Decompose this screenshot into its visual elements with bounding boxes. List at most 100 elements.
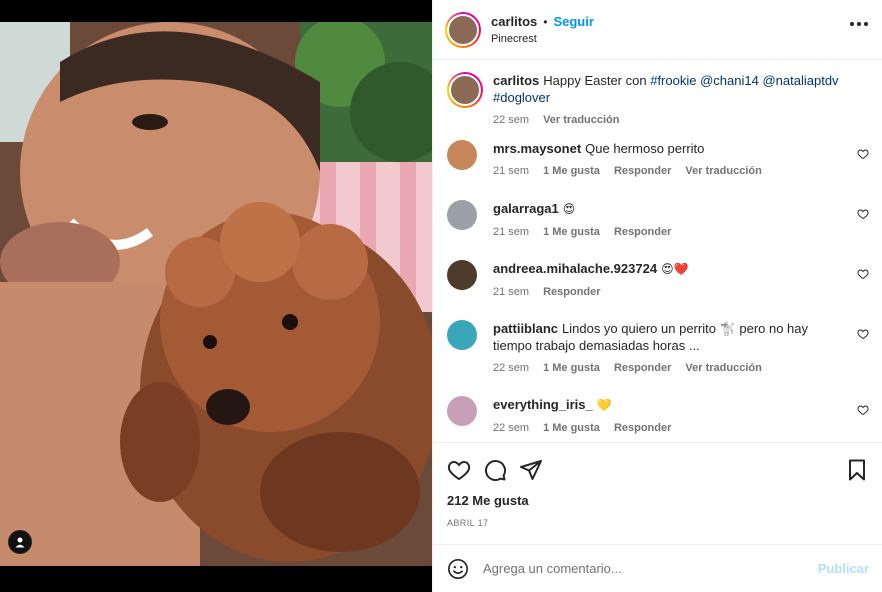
photo-illustration <box>0 22 432 566</box>
more-dot-icon <box>857 22 861 26</box>
comment-time[interactable]: 21 sem <box>493 286 529 298</box>
caption-body: carlitos Happy Easter con #frookie @chani… <box>493 72 869 140</box>
comment-bubble-icon[interactable] <box>483 458 507 482</box>
comment-text: mrs.maysonet Que hermoso perrito <box>493 140 869 157</box>
like-heart-icon[interactable] <box>447 458 471 482</box>
commenter-avatar[interactable] <box>447 260 477 290</box>
comment-time[interactable]: 22 sem <box>493 422 529 434</box>
comment-meta: 22 sem 1 Me gusta Responder <box>493 422 869 434</box>
instagram-post-modal: carlitos • Seguir Pinecrest carlitos Hap… <box>0 0 882 592</box>
separator-dot: • <box>543 14 548 29</box>
post-location[interactable]: Pinecrest <box>491 33 594 45</box>
like-comment-heart-icon[interactable] <box>857 328 869 340</box>
comment-likes[interactable]: 1 Me gusta <box>543 165 600 177</box>
caption-meta: 22 sem Ver traducción <box>493 114 869 126</box>
comment-message: 💛 <box>596 398 612 412</box>
comment-input[interactable] <box>483 561 818 576</box>
reply-button[interactable]: Responder <box>543 286 600 298</box>
comment-text: andreea.mihalache.923724 😍❤️ <box>493 260 869 278</box>
comment-meta: 21 sem 1 Me gusta Responder <box>493 226 869 238</box>
comment-body: mrs.maysonet Que hermoso perrito 21 sem 1… <box>493 140 869 200</box>
hashtag-link[interactable]: #doglover <box>493 90 550 105</box>
header-text: carlitos • Seguir Pinecrest <box>491 14 594 45</box>
commenter-avatar[interactable] <box>447 140 477 170</box>
share-send-icon[interactable] <box>519 458 543 482</box>
person-icon <box>15 537 25 548</box>
comment-meta: 21 sem 1 Me gusta Responder Ver traducci… <box>493 165 869 177</box>
emoji-smiley-icon[interactable] <box>447 558 469 580</box>
reply-button[interactable]: Responder <box>614 226 671 238</box>
comment-item: mrs.maysonet Que hermoso perrito 21 sem 1… <box>447 140 869 200</box>
comment-item: pattiiblanc Lindos yo quiero un perrito 🐩… <box>447 320 869 396</box>
comment-item: galarraga1 😍 21 sem 1 Me gusta Responder <box>447 200 869 260</box>
comment-likes[interactable]: 1 Me gusta <box>543 226 600 238</box>
comment-message: 😍❤️ <box>661 262 689 276</box>
comment-text: galarraga1 😍 <box>493 200 869 218</box>
add-comment-bar: Publicar <box>433 544 882 592</box>
comment-text: pattiiblanc Lindos yo quiero un perrito 🐩… <box>493 320 845 354</box>
caption-username[interactable]: carlitos <box>493 73 539 88</box>
post-header: carlitos • Seguir Pinecrest <box>433 0 882 60</box>
translate-link[interactable]: Ver traducción <box>685 362 761 374</box>
comment-time[interactable]: 21 sem <box>493 226 529 238</box>
like-comment-heart-icon[interactable] <box>857 208 869 220</box>
mention-link[interactable]: @nataliaptdv <box>762 73 838 88</box>
comment-item: everything_iris_ 💛 22 sem 1 Me gusta Resp… <box>447 396 869 442</box>
post-caption: carlitos Happy Easter con #frookie @chani… <box>447 60 869 140</box>
commenter-username[interactable]: andreea.mihalache.923724 <box>493 261 657 276</box>
caption-time[interactable]: 22 sem <box>493 114 529 126</box>
comment-time[interactable]: 22 sem <box>493 362 529 374</box>
comment-message: Que hermoso perrito <box>585 141 705 156</box>
comment-body: everything_iris_ 💛 22 sem 1 Me gusta Resp… <box>493 396 869 442</box>
hashtag-link[interactable]: #frookie <box>650 73 696 88</box>
caption-text: carlitos Happy Easter con #frookie @chani… <box>493 72 869 106</box>
commenter-avatar[interactable] <box>447 200 477 230</box>
comment-text: everything_iris_ 💛 <box>493 396 869 414</box>
author-username[interactable]: carlitos <box>491 14 537 29</box>
caption-avatar-image <box>449 74 481 106</box>
author-avatar[interactable] <box>445 11 481 48</box>
more-dot-icon <box>850 22 854 26</box>
translate-link[interactable]: Ver traducción <box>543 114 619 126</box>
commenter-username[interactable]: everything_iris_ <box>493 397 593 412</box>
comment-likes[interactable]: 1 Me gusta <box>543 422 600 434</box>
post-actions: 212 Me gusta ABRIL 17 <box>433 442 882 544</box>
action-icons-row <box>447 457 869 483</box>
comments-list[interactable]: carlitos Happy Easter con #frookie @chani… <box>433 60 882 442</box>
comment-meta: 22 sem 1 Me gusta Responder Ver traducci… <box>493 362 845 374</box>
follow-button[interactable]: Seguir <box>553 14 593 29</box>
reply-button[interactable]: Responder <box>614 362 671 374</box>
reply-button[interactable]: Responder <box>614 422 671 434</box>
commenter-username[interactable]: mrs.maysonet <box>493 141 581 156</box>
translate-link[interactable]: Ver traducción <box>685 165 761 177</box>
tagged-users-button[interactable] <box>8 530 32 554</box>
commenter-username[interactable]: pattiiblanc <box>493 321 558 336</box>
comment-item: andreea.mihalache.923724 😍❤️ 21 sem Respo… <box>447 260 869 320</box>
comment-meta: 21 sem Responder <box>493 286 869 298</box>
like-comment-heart-icon[interactable] <box>857 268 869 280</box>
post-media <box>0 0 432 592</box>
comment-body: andreea.mihalache.923724 😍❤️ 21 sem Respo… <box>493 260 869 320</box>
likes-count[interactable]: 212 Me gusta <box>447 493 869 508</box>
comment-time[interactable]: 21 sem <box>493 165 529 177</box>
post-date[interactable]: ABRIL 17 <box>447 518 869 528</box>
commenter-username[interactable]: galarraga1 <box>493 201 559 216</box>
post-side-panel: carlitos • Seguir Pinecrest carlitos Hap… <box>432 0 882 592</box>
caption-message: Happy Easter con <box>543 73 647 88</box>
like-comment-heart-icon[interactable] <box>857 404 869 416</box>
more-options-button[interactable] <box>850 22 868 26</box>
like-comment-heart-icon[interactable] <box>857 148 869 160</box>
more-dot-icon <box>864 22 868 26</box>
comment-message: 😍 <box>562 202 576 216</box>
author-avatar-image <box>447 13 479 46</box>
header-user-line: carlitos • Seguir <box>491 14 594 29</box>
mention-link[interactable]: @chani14 <box>700 73 759 88</box>
commenter-avatar[interactable] <box>447 320 477 350</box>
caption-avatar[interactable] <box>447 72 483 108</box>
reply-button[interactable]: Responder <box>614 165 671 177</box>
commenter-avatar[interactable] <box>447 396 477 426</box>
post-photo[interactable] <box>0 22 432 566</box>
comment-likes[interactable]: 1 Me gusta <box>543 362 600 374</box>
publish-button[interactable]: Publicar <box>818 561 869 576</box>
save-bookmark-icon[interactable] <box>845 458 869 482</box>
